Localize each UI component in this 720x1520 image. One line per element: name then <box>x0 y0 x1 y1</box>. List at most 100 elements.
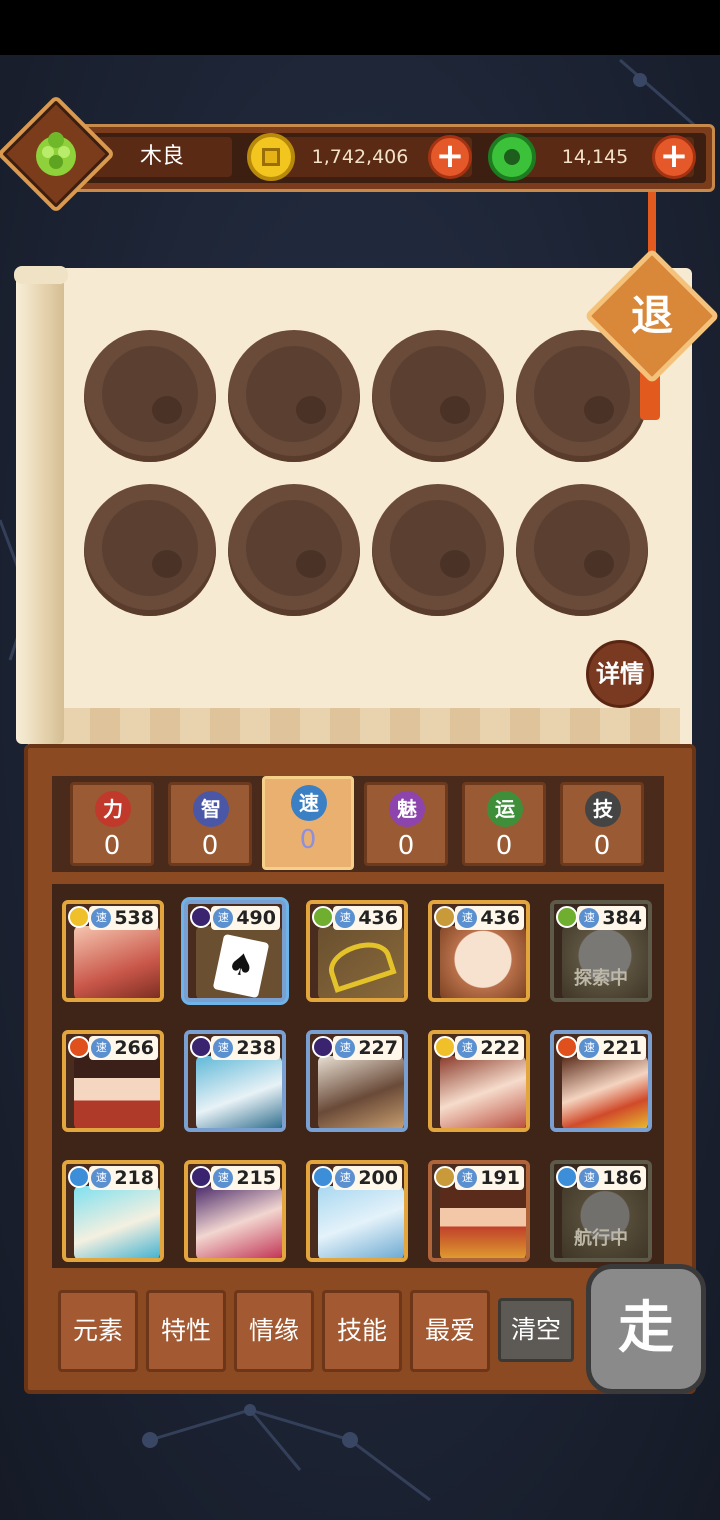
hero-card[interactable]: 速 215 <box>184 1160 286 1262</box>
earth-element-icon <box>434 1166 456 1188</box>
sailing-status: 航行中 <box>574 1228 628 1249</box>
filter-trait-button[interactable]: 特性 <box>146 1290 226 1372</box>
speed-badge: 速 238 <box>211 1036 280 1060</box>
speed-icon: 速 <box>91 908 112 928</box>
filter-favorite-button[interactable]: 最爱 <box>410 1290 490 1372</box>
speed-icon: 速 <box>91 1168 112 1188</box>
team-slot[interactable] <box>516 484 648 616</box>
team-slot[interactable] <box>228 330 360 462</box>
add-jade-button[interactable]: + <box>652 135 696 179</box>
fire-element-icon <box>556 1036 578 1058</box>
hero-portrait <box>440 1186 526 1258</box>
luck-icon: 运 <box>487 791 523 827</box>
leaf-element-icon <box>556 906 578 928</box>
stat-intelligence[interactable]: 智 0 <box>168 782 252 866</box>
hero-portrait <box>440 1056 526 1128</box>
water-element-icon <box>68 1166 90 1188</box>
hero-card[interactable]: 速 266 <box>62 1030 164 1132</box>
moon-element-icon <box>190 1166 212 1188</box>
filter-element-button[interactable]: 元素 <box>58 1290 138 1372</box>
charm-icon: 魅 <box>389 791 425 827</box>
hero-card[interactable]: 速 538 <box>62 900 164 1002</box>
speed-badge: 速 538 <box>89 906 158 930</box>
speed-icon: 速 <box>213 1168 234 1188</box>
coin-icon <box>247 133 295 181</box>
hero-card[interactable]: 速 436 <box>428 900 530 1002</box>
jade-amount: 14,145 <box>561 146 629 168</box>
speed-badge: 速 215 <box>211 1166 280 1190</box>
hero-card[interactable]: 速 222 <box>428 1030 530 1132</box>
speed-badge: 速 191 <box>455 1166 524 1190</box>
scroll-roller-cap <box>14 266 68 284</box>
leaf-element-icon <box>312 906 334 928</box>
speed-icon: 速 <box>457 908 478 928</box>
stat-value: 0 <box>299 825 317 855</box>
speed-badge: 速 436 <box>455 906 524 930</box>
add-coins-button[interactable]: + <box>428 135 472 179</box>
speed-badge: 速 186 <box>577 1166 646 1190</box>
filter-bond-button[interactable]: 情缘 <box>234 1290 314 1372</box>
exploring-status: 探索中 <box>574 968 628 989</box>
speed-icon: 速 <box>457 1168 478 1188</box>
stat-value: 0 <box>397 831 415 861</box>
go-label: 走 <box>618 1296 674 1361</box>
team-slot[interactable] <box>84 484 216 616</box>
hero-portrait: ♠ <box>196 926 282 998</box>
speed-icon: 速 <box>213 1038 234 1058</box>
hero-card[interactable]: 速 227 <box>306 1030 408 1132</box>
speed-icon: 速 <box>579 1168 600 1188</box>
hero-card[interactable]: 速 238 <box>184 1030 286 1132</box>
intelligence-icon: 智 <box>193 791 229 827</box>
hero-portrait <box>318 1056 404 1128</box>
detail-button[interactable]: 详情 <box>586 640 654 708</box>
team-slot[interactable] <box>372 484 504 616</box>
hero-card[interactable]: 速 218 <box>62 1160 164 1262</box>
speed-badge: 速 384 <box>577 906 646 930</box>
team-slot[interactable] <box>228 484 360 616</box>
hero-card[interactable]: 速 200 <box>306 1160 408 1262</box>
stat-value: 0 <box>593 831 611 861</box>
speed-badge: 速 490 <box>211 906 280 930</box>
speed-icon: 速 <box>457 1038 478 1058</box>
fire-element-icon <box>68 1036 90 1058</box>
stat-speed[interactable]: 速 0 <box>262 776 354 870</box>
hero-card[interactable]: 速 191 <box>428 1160 530 1262</box>
hero-card[interactable]: 速 221 <box>550 1030 652 1132</box>
filter-skill-button[interactable]: 技能 <box>322 1290 402 1372</box>
stat-charm[interactable]: 魅 0 <box>364 782 448 866</box>
exit-label: 退 <box>630 291 673 340</box>
clear-button[interactable]: 清空 <box>498 1298 574 1362</box>
hero-portrait <box>196 1186 282 1258</box>
speed-badge: 速 222 <box>455 1036 524 1060</box>
player-name: 木良 <box>139 144 184 169</box>
water-element-icon <box>556 1166 578 1188</box>
speed-icon: 速 <box>335 908 356 928</box>
hero-portrait <box>562 1056 648 1128</box>
coin-amount: 1,742,406 <box>311 146 409 168</box>
hero-card[interactable]: 速 436 <box>306 900 408 1002</box>
speed-icon: 速 <box>579 1038 600 1058</box>
hero-card[interactable]: ♠ 速 490 <box>184 900 286 1002</box>
stat-luck[interactable]: 运 0 <box>462 782 546 866</box>
speed-icon: 速 <box>335 1038 356 1058</box>
team-slot[interactable] <box>84 330 216 462</box>
hero-card-busy[interactable]: 探索中 速 384 <box>550 900 652 1002</box>
speed-icon: 速 <box>91 1038 112 1058</box>
speed-badge: 速 436 <box>333 906 402 930</box>
moon-element-icon <box>190 906 212 928</box>
speed-badge: 速 266 <box>89 1036 158 1060</box>
speed-badge: 速 227 <box>333 1036 402 1060</box>
stat-strength[interactable]: 力 0 <box>70 782 154 866</box>
hero-portrait <box>440 926 526 998</box>
hero-portrait <box>318 926 404 998</box>
moon-element-icon <box>190 1036 212 1058</box>
sun-element-icon <box>68 906 90 928</box>
team-slot[interactable] <box>372 330 504 462</box>
hero-card-busy[interactable]: 航行中 速 186 <box>550 1160 652 1262</box>
sun-element-icon <box>434 1036 456 1058</box>
stat-value: 0 <box>201 831 219 861</box>
moon-element-icon <box>312 1036 334 1058</box>
speed-icon: 速 <box>291 785 327 821</box>
stat-skill[interactable]: 技 0 <box>560 782 644 866</box>
stat-value: 0 <box>103 831 121 861</box>
